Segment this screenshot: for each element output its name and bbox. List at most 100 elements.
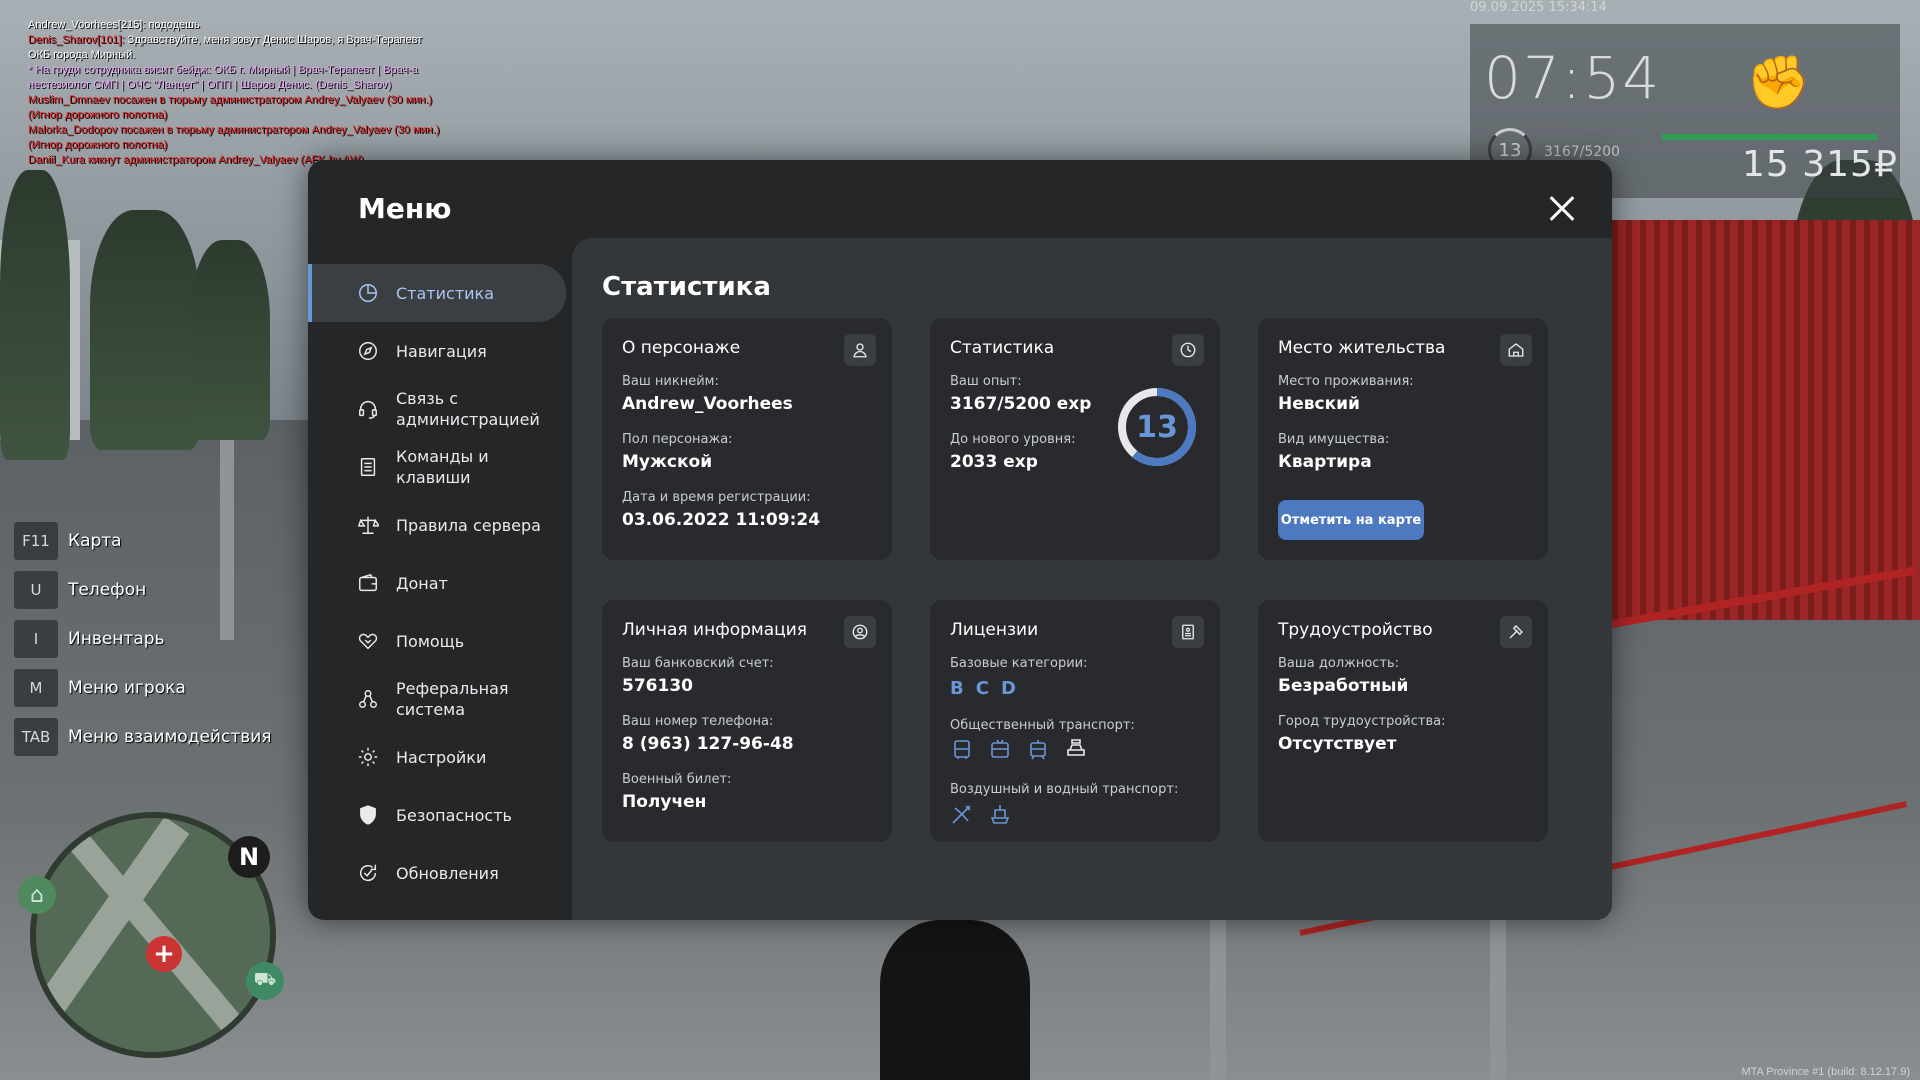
air-water-label: Воздушный и водный транспорт: <box>950 782 1179 797</box>
job-city-label: Город трудоустройства: <box>1278 714 1446 729</box>
hint-key: U <box>14 571 58 609</box>
fist-icon: ✊ <box>1746 53 1811 113</box>
license-icon <box>1172 616 1204 648</box>
hud-time: 07:54 <box>1484 44 1662 112</box>
compass-icon <box>356 339 380 363</box>
tram-icon <box>1026 738 1050 762</box>
nav-label: Реферальная система <box>396 679 509 719</box>
reg-value: 03.06.2022 11:09:24 <box>622 510 821 530</box>
nav-settings[interactable]: Настройки <box>308 728 570 786</box>
chat-line: нестезиолог СМП | ОЧС "Ланцет" | ОПП | Ш… <box>28 79 392 91</box>
close-icon[interactable] <box>1542 188 1582 228</box>
nav-commands[interactable]: Команды и клавиши <box>308 438 570 496</box>
property-label: Вид имущества: <box>1278 432 1390 447</box>
headset-icon <box>356 397 380 421</box>
nav-label: Безопасность <box>396 805 512 825</box>
bank-label: Ваш банковский счет: <box>622 656 774 671</box>
nav-updates[interactable]: Обновления <box>308 844 570 902</box>
nav-label: Правила сервера <box>396 515 541 535</box>
nick-value: Andrew_Voorhees <box>622 394 793 414</box>
menu-window: Меню Статистика Навигация Связь с админи… <box>308 160 1612 920</box>
referral-icon <box>356 687 380 711</box>
card-title: Место жительства <box>1278 338 1446 358</box>
nav-label: Связь с администрацией <box>396 389 540 429</box>
card-title: Личная информация <box>622 620 808 640</box>
card-title: О персонаже <box>622 338 741 358</box>
scales-icon <box>356 513 380 537</box>
nav-label: Настройки <box>396 747 487 767</box>
hint-label: Меню взаимодействия <box>68 727 272 747</box>
hint-phone: U Телефон <box>14 571 272 609</box>
military-value: Получен <box>622 792 707 812</box>
nav-referral[interactable]: Реферальная система <box>308 670 570 728</box>
chat-line: Andrew_Voorhees[215]: пододешь <box>28 19 200 31</box>
chat-line: ОКБ города Мирный. <box>28 49 136 61</box>
nav-donate[interactable]: Донат <box>308 554 570 612</box>
refresh-icon <box>356 861 380 885</box>
property-value: Квартира <box>1278 452 1372 472</box>
nick-label: Ваш никнейм: <box>622 374 719 389</box>
hint-interaction-menu: TAB Меню взаимодействия <box>14 718 272 756</box>
hud-money: 15 315₽ <box>1742 144 1898 185</box>
pole <box>1490 920 1506 1080</box>
place-label: Место проживания: <box>1278 374 1414 389</box>
card-character: О персонаже Ваш никнейм: Andrew_Voorhees… <box>602 318 892 560</box>
nav-label: Команды и клавиши <box>396 447 489 487</box>
tree <box>190 240 270 440</box>
home-icon <box>1500 334 1532 366</box>
bank-value: 576130 <box>622 676 693 696</box>
nav-help[interactable]: Помощь <box>308 612 570 670</box>
nav-navigation[interactable]: Навигация <box>308 322 570 380</box>
category-b: B <box>950 678 966 699</box>
nav-rules[interactable]: Правила сервера <box>308 496 570 554</box>
pole <box>1210 920 1226 1080</box>
mark-on-map-button[interactable]: Отметить на карте <box>1278 500 1424 540</box>
trolleybus-icon <box>988 738 1012 762</box>
gender-label: Пол персонажа: <box>622 432 733 447</box>
chat-line: Denis_Sharov[101]: Здравствуйте, меня зо… <box>28 34 423 46</box>
handshake-icon <box>356 629 380 653</box>
public-transport-icons <box>950 738 1102 762</box>
chat-line: (Игнор дорожного полотна) <box>28 139 168 151</box>
hint-key: TAB <box>14 718 58 756</box>
license-categories: BCD <box>950 678 1028 699</box>
military-label: Военный билет: <box>622 772 732 787</box>
phone-value: 8 (963) 127-96-48 <box>622 734 794 754</box>
chat-line: * На груди сотрудника висит бейдж: ОКБ г… <box>28 64 419 76</box>
nav-security[interactable]: Безопасность <box>308 786 570 844</box>
nav-label: Помощь <box>396 631 465 651</box>
air-water-icons <box>950 802 1026 826</box>
menu-title: Меню <box>358 192 452 225</box>
hint-player-menu: M Меню игрока <box>14 669 272 707</box>
build-info: MTA Province #1 (build: 8.12.17.9) <box>1741 1066 1910 1078</box>
chat-log: Andrew_Voorhees[215]: пододешь Denis_Sha… <box>28 18 548 168</box>
hud-date: 09.09.2025 15:34:14 <box>1470 0 1607 15</box>
hint-key: M <box>14 669 58 707</box>
boat-icon <box>988 802 1012 826</box>
category-c: C <box>975 678 991 699</box>
nav-label: Статистика <box>396 283 494 303</box>
nav-label: Донат <box>396 573 448 593</box>
document-icon <box>356 455 380 479</box>
hint-map: F11 Карта <box>14 522 272 560</box>
user-icon <box>844 334 876 366</box>
hint-key: I <box>14 620 58 658</box>
shield-icon <box>356 803 380 827</box>
red-fence <box>1612 220 1920 620</box>
gear-icon <box>356 745 380 769</box>
place-value: Невский <box>1278 394 1360 414</box>
nav-stats[interactable]: Статистика <box>308 264 566 322</box>
nav-admin-contact[interactable]: Связь с администрацией <box>308 380 570 438</box>
stats-content: Статистика О персонаже Ваш никнейм: Andr… <box>572 238 1612 920</box>
reg-label: Дата и время регистрации: <box>622 490 811 505</box>
hint-label: Меню игрока <box>68 678 186 698</box>
next-level-label: До нового уровня: <box>950 432 1076 447</box>
car-icon: ⛟ <box>246 962 284 1000</box>
category-d: D <box>1000 678 1018 699</box>
base-categories-label: Базовые категории: <box>950 656 1088 671</box>
bank-icon: ⌂ <box>18 876 56 914</box>
card-residence: Место жительства Место проживания: Невск… <box>1258 318 1548 560</box>
tree <box>0 170 70 460</box>
public-transport-label: Общественный транспорт: <box>950 718 1135 733</box>
chat-line: Muslim_Dmnaev посажен в тюрьму администр… <box>28 94 433 106</box>
